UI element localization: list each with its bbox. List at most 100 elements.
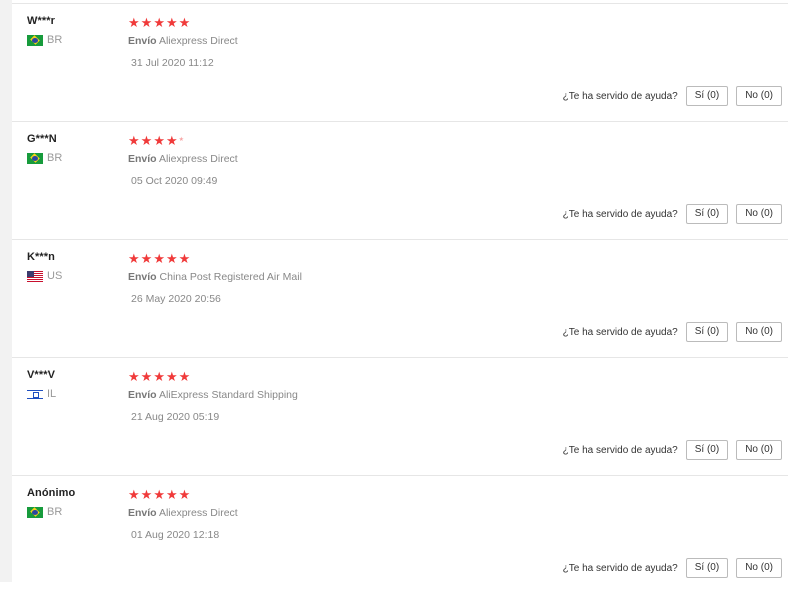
country-code: IL bbox=[47, 388, 57, 400]
helpful-yes-button[interactable]: Sí (0) bbox=[685, 440, 729, 460]
user-name: Anónimo bbox=[27, 487, 76, 499]
star-icon: ★ bbox=[128, 132, 140, 148]
star-rating: ★ ★ ★ ★ ★ bbox=[128, 369, 298, 383]
review-date: 01 Aug 2020 12:18 bbox=[131, 529, 220, 541]
helpful-vote: ¿Te ha servido de ayuda? Sí (0) No (0) bbox=[563, 440, 782, 460]
country-code: BR bbox=[47, 152, 63, 164]
shipping-label: Envío bbox=[128, 507, 157, 519]
helpful-no-button[interactable]: No (0) bbox=[736, 204, 782, 224]
review-date: 05 Oct 2020 09:49 bbox=[131, 175, 218, 187]
shipping-info: Envío Aliexpress Direct bbox=[128, 35, 238, 47]
user-country: BR bbox=[27, 506, 75, 518]
country-code: US bbox=[47, 270, 63, 282]
helpful-vote: ¿Te ha servido de ayuda? Sí (0) No (0) bbox=[563, 558, 782, 578]
review-item: K***n US ★ ★ ★ ★ ★ Envío China Post Register… bbox=[12, 239, 788, 357]
review-user: G***N BR bbox=[27, 133, 62, 164]
helpful-yes-button[interactable]: Sí (0) bbox=[685, 558, 729, 578]
israel-flag-icon bbox=[27, 388, 43, 400]
country-code: BR bbox=[47, 34, 63, 46]
star-rating: ★ ★ ★ ★ ★ bbox=[128, 487, 238, 501]
shipping-info: Envío China Post Registered Air Mail bbox=[128, 271, 302, 283]
shipping-method: Aliexpress Direct bbox=[158, 507, 238, 519]
review-content: ★ ★ ★ ★ ★ Envío Aliexpress Direct 31 Jul 202… bbox=[128, 14, 238, 70]
left-gutter bbox=[0, 0, 12, 582]
user-country: US bbox=[27, 270, 62, 282]
helpful-question: ¿Te ha servido de ayuda? bbox=[562, 208, 678, 220]
review-list: W***r BR ★ ★ ★ ★ ★ Envío Aliexpress Direct 3… bbox=[12, 0, 788, 593]
user-country: BR bbox=[27, 34, 62, 46]
star-icon: ★ bbox=[153, 486, 165, 502]
helpful-question: ¿Te ha servido de ayuda? bbox=[562, 326, 678, 338]
star-icon: ★ bbox=[178, 250, 191, 266]
star-icon: ★ bbox=[140, 132, 153, 148]
brazil-flag-icon bbox=[27, 152, 43, 164]
star-icon: ★ bbox=[178, 137, 185, 143]
shipping-info: Envío Aliexpress Direct bbox=[128, 507, 238, 519]
review-user: V***V IL bbox=[27, 369, 56, 400]
shipping-method: Aliexpress Direct bbox=[158, 35, 238, 47]
star-icon: ★ bbox=[165, 250, 178, 266]
review-content: ★ ★ ★ ★ ★ Envío China Post Registered Air Ma… bbox=[128, 251, 302, 306]
user-name: K***n bbox=[27, 251, 56, 263]
helpful-vote: ¿Te ha servido de ayuda? Sí (0) No (0) bbox=[563, 86, 782, 106]
review-content: ★ ★ ★ ★ ★ Envío AliExpress Standard Shipping… bbox=[128, 369, 298, 424]
helpful-no-button[interactable]: No (0) bbox=[736, 558, 782, 578]
shipping-info: Envío AliExpress Standard Shipping bbox=[128, 389, 298, 401]
review-date: 26 May 2020 20:56 bbox=[131, 293, 221, 305]
review-user: Anónimo BR bbox=[27, 487, 75, 518]
shipping-label: Envío bbox=[128, 389, 157, 401]
star-icon: ★ bbox=[153, 14, 165, 30]
review-date: 31 Jul 2020 11:12 bbox=[131, 57, 214, 69]
review-user: K***n US bbox=[27, 251, 62, 282]
helpful-no-button[interactable]: No (0) bbox=[736, 86, 782, 106]
star-icon: ★ bbox=[140, 368, 153, 384]
helpful-vote: ¿Te ha servido de ayuda? Sí (0) No (0) bbox=[563, 204, 782, 224]
star-icon: ★ bbox=[140, 14, 153, 30]
star-rating: ★ ★ ★ ★ ★ bbox=[128, 251, 302, 265]
user-country: BR bbox=[27, 152, 62, 164]
user-country: IL bbox=[27, 388, 56, 400]
us-flag-icon bbox=[27, 270, 43, 282]
shipping-method: Aliexpress Direct bbox=[158, 153, 238, 165]
user-name: W***r bbox=[27, 15, 56, 27]
star-icon: ★ bbox=[178, 368, 191, 384]
shipping-method: AliExpress Standard Shipping bbox=[158, 389, 298, 401]
star-rating: ★ ★ ★ ★ ★ bbox=[128, 133, 238, 147]
review-content: ★ ★ ★ ★ ★ Envío Aliexpress Direct 01 Aug 202… bbox=[128, 487, 238, 542]
helpful-vote: ¿Te ha servido de ayuda? Sí (0) No (0) bbox=[563, 322, 782, 342]
star-icon: ★ bbox=[165, 14, 178, 30]
shipping-method: China Post Registered Air Mail bbox=[159, 271, 302, 283]
star-icon: ★ bbox=[165, 132, 178, 148]
star-icon: ★ bbox=[165, 368, 178, 384]
helpful-no-button[interactable]: No (0) bbox=[736, 322, 782, 342]
helpful-question: ¿Te ha servido de ayuda? bbox=[562, 90, 678, 102]
helpful-question: ¿Te ha servido de ayuda? bbox=[562, 562, 678, 574]
helpful-yes-button[interactable]: Sí (0) bbox=[685, 322, 729, 342]
star-icon: ★ bbox=[128, 368, 140, 384]
star-icon: ★ bbox=[153, 250, 165, 266]
star-icon: ★ bbox=[140, 250, 153, 266]
review-item: W***r BR ★ ★ ★ ★ ★ Envío Aliexpress Direct 3… bbox=[12, 3, 788, 121]
review-content: ★ ★ ★ ★ ★ Envío Aliexpress Direct 05 Oct 202… bbox=[128, 133, 238, 188]
star-icon: ★ bbox=[153, 132, 165, 148]
review-user: W***r BR bbox=[27, 15, 62, 46]
shipping-label: Envío bbox=[128, 271, 157, 283]
helpful-yes-button[interactable]: Sí (0) bbox=[685, 86, 729, 106]
star-icon: ★ bbox=[178, 486, 191, 502]
brazil-flag-icon bbox=[27, 34, 43, 46]
star-icon: ★ bbox=[140, 486, 153, 502]
brazil-flag-icon bbox=[27, 506, 43, 518]
star-icon: ★ bbox=[128, 486, 140, 502]
star-icon: ★ bbox=[153, 368, 165, 384]
shipping-info: Envío Aliexpress Direct bbox=[128, 153, 238, 165]
helpful-yes-button[interactable]: Sí (0) bbox=[685, 204, 729, 224]
helpful-no-button[interactable]: No (0) bbox=[736, 440, 782, 460]
country-code: BR bbox=[47, 506, 63, 518]
shipping-label: Envío bbox=[128, 153, 157, 165]
user-name: G***N bbox=[27, 133, 57, 145]
shipping-label: Envío bbox=[128, 35, 157, 47]
helpful-question: ¿Te ha servido de ayuda? bbox=[562, 444, 678, 456]
star-icon: ★ bbox=[165, 486, 178, 502]
star-icon: ★ bbox=[178, 14, 191, 30]
review-item: G***N BR ★ ★ ★ ★ ★ Envío Aliexpress Direct 0… bbox=[12, 121, 788, 239]
